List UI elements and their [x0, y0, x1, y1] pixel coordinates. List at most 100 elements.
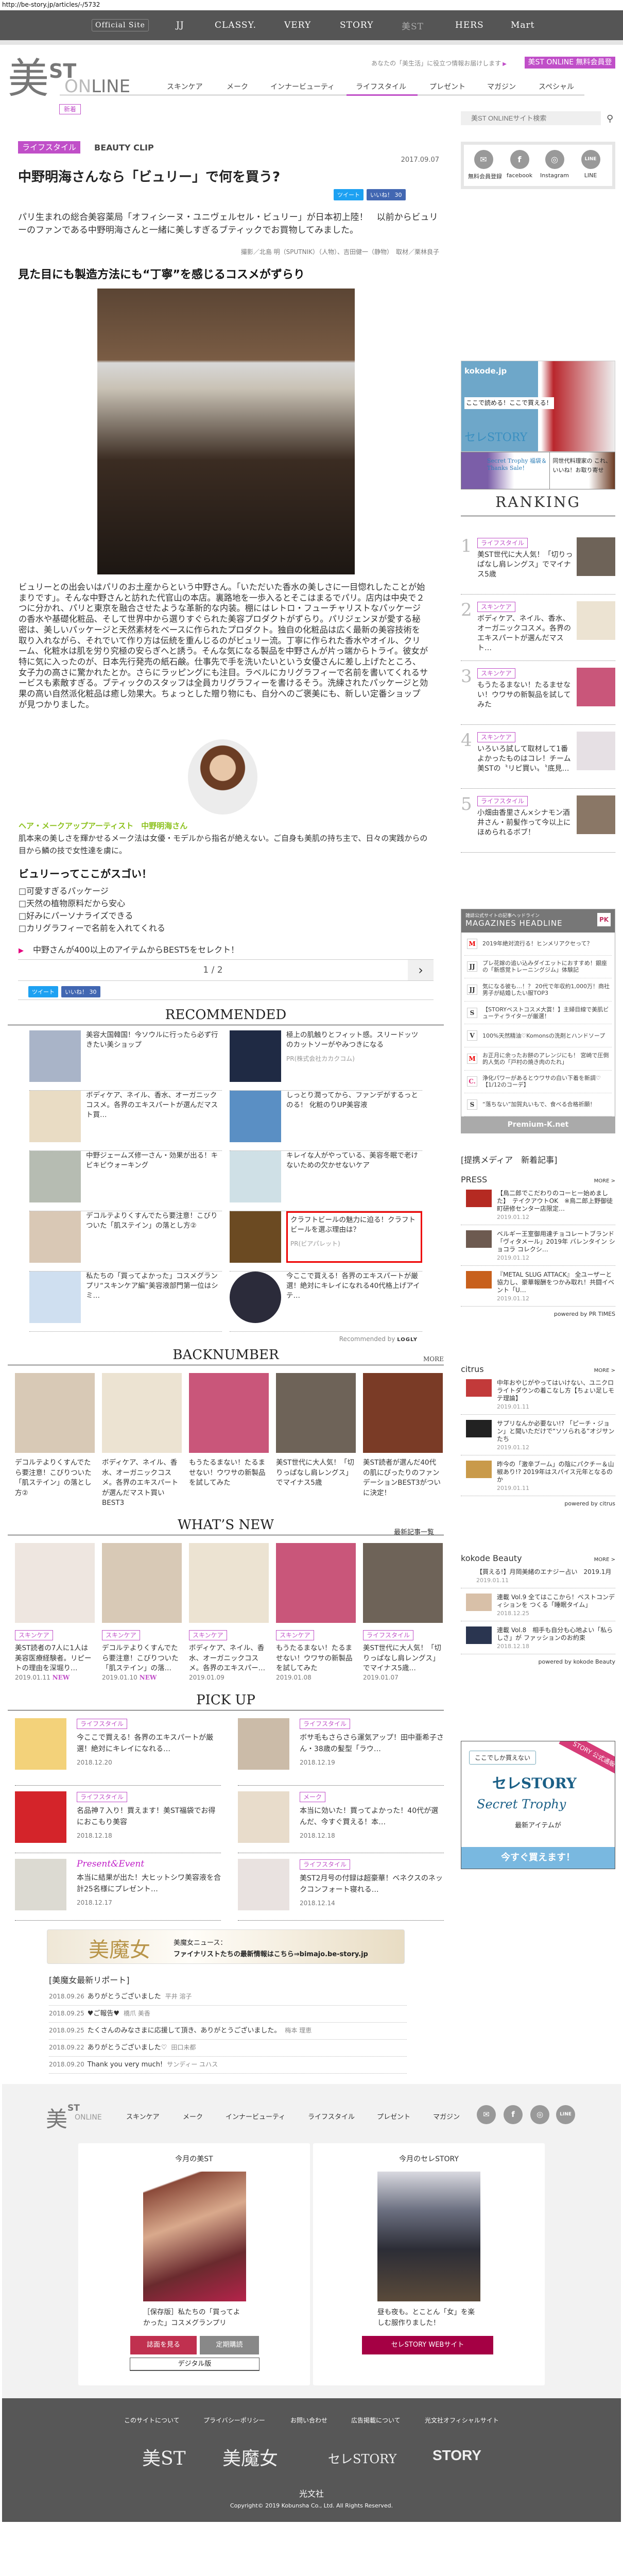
media-item[interactable]: 『METAL SLUG ATTACK』 全ユーザーと協力し、豪華報酬をつかみ取れ…: [461, 1270, 615, 1307]
recommended-title[interactable]: 今ここで買える！各界のエキスパートが厳選！絶対にキレイになれる40代格上げアイテ…: [286, 1272, 422, 1301]
premium-k-footer[interactable]: Premium-K.net: [461, 1116, 615, 1133]
site-link-very[interactable]: VERY: [284, 20, 311, 30]
backnumber-item[interactable]: ボディケア、ネイル、香水、オーガニックコスメ。各界のエキスパートが選んだマスト買…: [102, 1373, 182, 1509]
media-title[interactable]: 連載 Vol.8 相手も自分も心地よい「私らしさ」が ファッションのお約束: [497, 1626, 615, 1642]
recommended-by[interactable]: Recommended by LOGLY: [339, 1335, 418, 1343]
whatsnew-item[interactable]: スキンケア もうたるまない！たるませない！ウワサの新製品を試してみた 2019.01…: [276, 1543, 356, 1681]
whatsnew-title[interactable]: ボディケア、ネイル、香水、オーガニックコスメ。各界のエキスパー…: [189, 1643, 269, 1674]
nav-lifestyle[interactable]: ライフスタイル: [356, 81, 406, 92]
recommended-title[interactable]: クラフトビールの魅力に迫る！クラフトビールを選ぶ理由は？: [290, 1215, 418, 1235]
recommended-item[interactable]: 今ここで買える！各界のエキスパートが厳選！絶対にキレイになれる40代格上げアイテ…: [230, 1272, 422, 1332]
media-title[interactable]: 【買える!】月岡美緒のエナジー占い 2019.1月: [476, 1568, 611, 1576]
media-item[interactable]: 連載 Vol.9 全てはここから！ベストコンディションを つくる「睡眠タイム」 2…: [461, 1592, 615, 1621]
article-thumbnail[interactable]: [577, 537, 615, 576]
pickup-title[interactable]: ボサ毛もさらさら運気アップ！田中亜希子さん・38歳の髪型「ラウ…: [300, 1732, 444, 1755]
backnumber-item[interactable]: 美ST読者が選んだ40代の肌にぴったりのファンデーションBEST3がついに決定！: [363, 1373, 443, 1509]
official-site-label[interactable]: Official Site: [92, 19, 149, 31]
new-tag[interactable]: 新着: [59, 104, 81, 114]
article-thumbnail[interactable]: [276, 1543, 356, 1623]
nav-present[interactable]: プレゼント: [429, 81, 465, 92]
recommended-item[interactable]: キレイな人がやっている、美容冬眠で老けないための欠かせないケア: [230, 1151, 422, 1211]
media-item[interactable]: 【買える!】月岡美緒のエナジー占い 2019.1月 2019.01.11: [461, 1567, 615, 1588]
recommended-title[interactable]: 美容大国韓国！今ソウルに行ったら必ず行きたい美ショップ: [86, 1030, 222, 1050]
media-item[interactable]: 昨今の「激辛ブーム」の陰にパクチー＆山椒あり!? 2019年はスパイス元年となる…: [461, 1460, 615, 1496]
backnumber-title[interactable]: ボディケア、ネイル、香水、オーガニックコスメ。各界のエキスパートが選んだマスト買…: [102, 1458, 182, 1509]
headline-item[interactable]: V 100%天然精油♡Komonsの洗剤とハンドソープ: [464, 1024, 612, 1047]
social-instagram[interactable]: ◎ Instagram: [539, 150, 570, 179]
social-register[interactable]: ✉ 無料会員登録: [468, 150, 502, 180]
backnumber-title[interactable]: 美ST読者が選んだ40代の肌にぴったりのファンデーションBEST3がついに決定！: [363, 1458, 443, 1498]
recommended-title[interactable]: キレイな人がやっている、美容冬眠で老けないための欠かせないケア: [286, 1151, 422, 1171]
backnumber-item[interactable]: もうたるまない！たるませない！ウワサの新製品を試してみた: [189, 1373, 269, 1509]
media-title[interactable]: サプリなんか必要ない!? 「ピーチ・ジョン」と聞いただけで“ソソられる”オジサン…: [497, 1420, 615, 1443]
footer-logo[interactable]: 美 ST ONLINE: [46, 2102, 105, 2132]
article-thumbnail[interactable]: [29, 1272, 81, 1323]
subscribe-button[interactable]: 定期購読: [200, 2336, 259, 2354]
backnumber-title[interactable]: デコルテよりくすんでたら要注意！こびりついた「肌ステイン」の落とし方②: [15, 1458, 95, 1498]
recommended-item[interactable]: しっとり潤ってから、ファンデがするっとのる！ 化粧のりUP美容液: [230, 1091, 422, 1151]
article-thumbnail[interactable]: [276, 1373, 356, 1453]
recommended-title[interactable]: デコルテよりくすんでたら要注意！こびりついた「肌ステイン」の落とし方②: [86, 1211, 222, 1231]
ranking-title[interactable]: 美ST世代に大人気！「切りっぱなし肩レングス」でマイナス5歳: [477, 550, 574, 580]
category-tag[interactable]: スキンケア: [189, 1630, 227, 1640]
site-link-classy[interactable]: CLASSY.: [215, 20, 256, 30]
pickup-item[interactable]: ライフスタイル 名品神７入り！買えます！美ST福袋でお得におこもり美容 2018.1…: [15, 1786, 221, 1853]
recommended-item[interactable]: 中野ジェームズ修一さん・効果が出る！キビキビウォーキング: [29, 1151, 222, 1211]
category-tag[interactable]: ライフスタイル: [477, 538, 528, 548]
whatsnew-title[interactable]: 美ST世代に大人気！「切りっぱなし肩レングス」でマイナス5歳…: [363, 1643, 443, 1674]
backnumber-more-link[interactable]: MORE: [423, 1355, 444, 1363]
article-thumbnail[interactable]: [577, 795, 615, 834]
media-title[interactable]: 中年おやじがやってはいけない、ユニクロライトダウンの着こなし方【ちょい足しモテ理…: [497, 1379, 615, 1402]
secret-trophy-ad[interactable]: ここでしか買えない STORY 公式通販 セレSTORY Secret Trop…: [461, 1741, 615, 1869]
recommended-item[interactable]: 極上の肌触りとフィット感。スリードッツのカットソーがやみつきになる PR(株式会社…: [230, 1030, 422, 1091]
footer-nav-make[interactable]: メーク: [183, 2111, 203, 2121]
recommended-item[interactable]: クラフトビールの魅力に迫る！クラフトビールを選ぶ理由は？ PR(ビアパレット): [230, 1211, 422, 1272]
whatsnew-title[interactable]: もうたるまない！たるませない！ウワサの新製品を試してみた: [276, 1643, 356, 1674]
footer-link-contact[interactable]: お問い合わせ: [290, 2416, 327, 2425]
instagram-icon[interactable]: ◎: [530, 2105, 549, 2124]
category-tag[interactable]: スキンケア: [102, 1630, 140, 1640]
ranking-item[interactable]: 4 スキンケア いろいろ試して取材して1番よかったものはコレ！チーム美STの〝リピ買…: [461, 730, 615, 789]
view-issue-button[interactable]: 誌面を見る: [130, 2336, 197, 2354]
report-title[interactable]: ♥ご報告♥: [88, 2010, 119, 2018]
article-thumbnail[interactable]: [29, 1091, 81, 1142]
article-thumbnail[interactable]: [238, 1859, 289, 1910]
footer-nav-magazine[interactable]: マガジン: [433, 2111, 460, 2121]
media-title[interactable]: 昨今の「激辛ブーム」の陰にパクチー＆山椒あり!? 2019年はスパイス元年となる…: [497, 1461, 615, 1484]
media-title[interactable]: 【鳥二郎でこだわりのコーヒー始めました】 テイクアウトOK ※鳥二郎上野御徒町研…: [497, 1190, 615, 1213]
article-thumbnail[interactable]: [230, 1030, 281, 1082]
article-thumbnail[interactable]: [15, 1543, 95, 1623]
article-thumbnail[interactable]: [189, 1543, 269, 1623]
recommended-title[interactable]: 中野ジェームズ修一さん・効果が出る！キビキビウォーキング: [86, 1151, 222, 1171]
article-thumbnail[interactable]: [230, 1151, 281, 1202]
footer-nav-inner-beauty[interactable]: インナービューティ: [226, 2111, 285, 2121]
headline-title[interactable]: 100%天然精油♡Komonsの洗剤とハンドソープ: [482, 1032, 605, 1039]
article-thumbnail[interactable]: [238, 1718, 289, 1770]
pickup-title[interactable]: 本当に結果が出た！大ヒットシワ美容液を合計25名様にプレゼント…: [77, 1872, 221, 1895]
digital-edition-button[interactable]: デジタル版: [130, 2358, 259, 2371]
headline-item[interactable]: S 【STORYベストコスメ大賞！】主婦目線で美肌ビューティライターが厳選！: [464, 1002, 612, 1025]
powered-by[interactable]: powered by citrus: [461, 1500, 615, 1507]
article-thumbnail[interactable]: [230, 1272, 281, 1323]
pickup-title[interactable]: 本当に効いた！買ってよかった！40代が選んだ、今すぐ買える！本…: [300, 1805, 444, 1828]
headline-item[interactable]: S “落ちない”加賀丸いもで、食べる合格祈願！: [464, 1093, 612, 1116]
site-link-bist[interactable]: 美ST: [402, 19, 424, 32]
recommended-item[interactable]: 美容大国韓国！今ソウルに行ったら必ず行きたい美ショップ: [29, 1030, 222, 1091]
headline-item[interactable]: C. 浄化パワーがあるとウワサの白い下着を新調♡ 【1/12のコーデ】: [464, 1071, 612, 1094]
site-link-story[interactable]: STORY: [340, 20, 373, 30]
report-row[interactable]: 2018.09.22 ありがとうございました♡ 田口未都: [49, 2040, 407, 2057]
ranking-item[interactable]: 5 ライフスタイル 小畑由香里さん×シナモン酒井さん・前髪作って今以上にほめられるボ…: [461, 794, 615, 853]
headline-title[interactable]: 浄化パワーがあるとウワサの白い下着を新調♡ 【1/12のコーデ】: [482, 1075, 612, 1088]
article-thumbnail[interactable]: [238, 1791, 289, 1843]
ranking-item[interactable]: 2 スキンケア ボディケア、ネイル、香水、オーガニックコスメ。各界のエキスパートが選…: [461, 600, 615, 661]
footer-nav-lifestyle[interactable]: ライフスタイル: [308, 2111, 355, 2121]
media-item[interactable]: 連載 Vol.8 相手も自分も心地よい「私らしさ」が ファッションのお約束 201…: [461, 1625, 615, 1654]
article-thumbnail[interactable]: [577, 668, 615, 706]
report-row[interactable]: 2018.09.26 ありがとうございました 平井 溶子: [49, 1989, 407, 2006]
media-title[interactable]: 『METAL SLUG ATTACK』 全ユーザーと協力し、豪華報酬をつかみ取れ…: [497, 1271, 615, 1294]
report-title[interactable]: ありがとうございました♡: [88, 2044, 167, 2052]
article-thumbnail[interactable]: [577, 732, 615, 770]
tweet-button[interactable]: ツイート: [28, 986, 58, 997]
like-button[interactable]: いいね！ 30: [61, 986, 100, 997]
bist-cover-image[interactable]: [143, 2172, 246, 2301]
